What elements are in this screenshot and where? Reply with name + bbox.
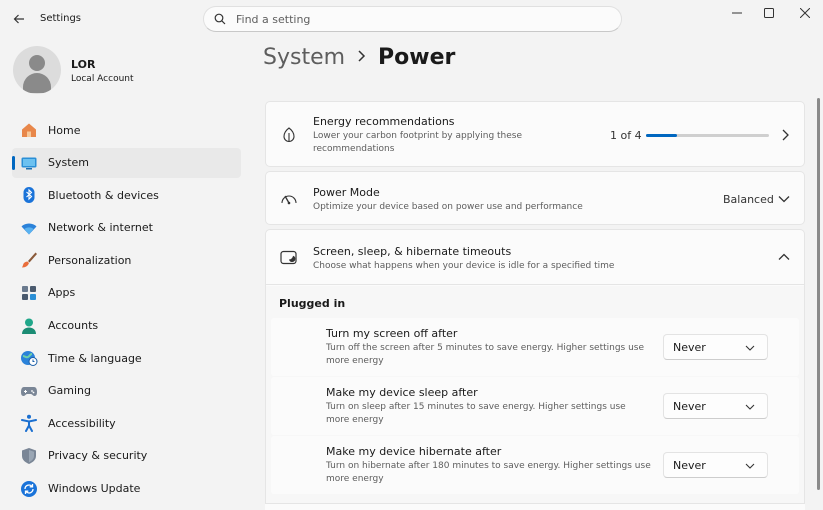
sidebar-item-label: Windows Update [48,482,141,496]
search-box[interactable] [203,6,622,32]
sidebar-item-network[interactable]: Network & internet [12,213,241,243]
chevron-down-icon [745,404,755,410]
screen-sleep-icon [280,249,298,267]
screen-off-description: Turn off the screen after 5 minutes to s… [326,343,645,366]
sidebar-item-label: Personalization [48,253,132,267]
chevron-right-icon [779,129,791,141]
accounts-icon [20,317,38,335]
system-icon [20,154,38,172]
next-card-edge [265,503,805,510]
sidebar-item-accessibility[interactable]: Accessibility [12,408,241,438]
leaf-icon [280,126,298,144]
energy-progress-text: 1 of 4 [610,129,642,142]
screen-off-dropdown[interactable]: Never [663,334,768,360]
power-mode-title: Power Mode [313,186,380,199]
hibernate-dropdown[interactable]: Never [663,452,768,478]
sidebar-item-privacy-security[interactable]: Privacy & security [12,441,241,471]
title-bar: Settings [0,0,823,38]
avatar [13,46,61,94]
sleep-row: Make my device sleep after Turn on sleep… [271,377,799,435]
sidebar-nav: Home System Bluetooth & devices Network … [12,115,241,506]
screen-off-row: Turn my screen off after Turn off the sc… [271,318,799,376]
sidebar-item-personalization[interactable]: Personalization [12,245,241,275]
app-title: Settings [40,13,82,24]
hibernate-row: Make my device hibernate after Turn on h… [271,436,799,494]
search-icon [214,13,226,25]
chevron-down-icon [745,463,755,469]
sidebar-item-label: Home [48,123,81,137]
breadcrumb: System Power [263,45,455,70]
sleep-dropdown[interactable]: Never [663,393,768,419]
energy-progress-bar [646,134,769,137]
sidebar-item-time-language[interactable]: Time & language [12,343,241,373]
close-button[interactable] [786,0,823,26]
sidebar-item-bluetooth[interactable]: Bluetooth & devices [12,180,241,210]
sidebar-item-gaming[interactable]: Gaming [12,376,241,406]
power-mode-icon [280,190,298,208]
timeouts-title: Screen, sleep, & hibernate timeouts [313,245,512,258]
gamepad-icon [20,382,38,400]
energy-description: Lower your carbon footprint by applying … [313,131,523,154]
energy-recommendations-card[interactable]: Energy recommendations Lower your carbon… [265,101,805,167]
energy-title: Energy recommendations [313,115,455,128]
sidebar-item-label: Accounts [48,319,99,333]
close-icon [800,8,810,18]
sidebar-item-label: Apps [48,286,76,300]
shield-icon [20,447,38,465]
sidebar-item-label: Time & language [48,351,142,365]
hibernate-title: Make my device hibernate after [326,445,502,458]
chevron-up-icon[interactable] [778,251,790,263]
sidebar-item-label: Bluetooth & devices [48,188,159,202]
update-icon [20,480,38,498]
maximize-button[interactable] [750,0,788,26]
user-account-type: Local Account [71,74,134,84]
timeouts-header[interactable]: Screen, sleep, & hibernate timeouts Choo… [266,230,804,285]
maximize-icon [764,8,774,18]
sidebar-item-apps[interactable]: Apps [12,278,241,308]
sidebar-item-accounts[interactable]: Accounts [12,311,241,341]
chevron-down-icon[interactable] [778,193,790,205]
back-button[interactable] [8,8,30,30]
screen-off-value: Never [673,341,706,354]
sidebar-item-label: Gaming [48,384,91,398]
home-icon [20,121,38,139]
chevron-down-icon [745,345,755,351]
bluetooth-icon [20,186,38,204]
scrollbar[interactable] [817,98,820,490]
sidebar-item-windows-update[interactable]: Windows Update [12,474,241,504]
sidebar-item-label: Privacy & security [48,449,148,463]
accessibility-icon [20,414,38,433]
timeouts-description: Choose what happens when your device is … [313,261,615,271]
sidebar-item-label: Network & internet [48,221,153,235]
sleep-value: Never [673,400,706,413]
search-input[interactable] [236,12,596,26]
breadcrumb-parent[interactable]: System [263,45,345,70]
user-name: LOR [71,58,96,71]
energy-progress-fill [646,134,677,137]
sleep-description: Turn on sleep after 15 minutes to save e… [326,402,626,425]
minimize-icon [732,12,742,14]
sleep-title: Make my device sleep after [326,386,478,399]
brush-icon [20,251,38,269]
power-mode-select[interactable]: Balanced [723,193,774,206]
power-mode-description: Optimize your device based on power use … [313,202,583,212]
sidebar-item-label: System [48,156,90,170]
sidebar-item-system[interactable]: System [12,147,241,178]
hibernate-description: Turn on hibernate after 180 minutes to s… [326,461,651,484]
sidebar-item-label: Accessibility [48,416,116,430]
screen-off-title: Turn my screen off after [326,327,458,340]
wifi-icon [20,219,38,237]
power-mode-card: Power Mode Optimize your device based on… [265,171,805,225]
globe-clock-icon [20,349,38,367]
page-title: Power [378,45,456,70]
back-arrow-icon [13,14,24,24]
hibernate-value: Never [673,459,706,472]
sidebar-item-home[interactable]: Home [12,115,241,145]
plugged-in-label: Plugged in [279,297,346,310]
breadcrumb-chevron-icon [357,49,366,66]
apps-icon [20,284,38,302]
